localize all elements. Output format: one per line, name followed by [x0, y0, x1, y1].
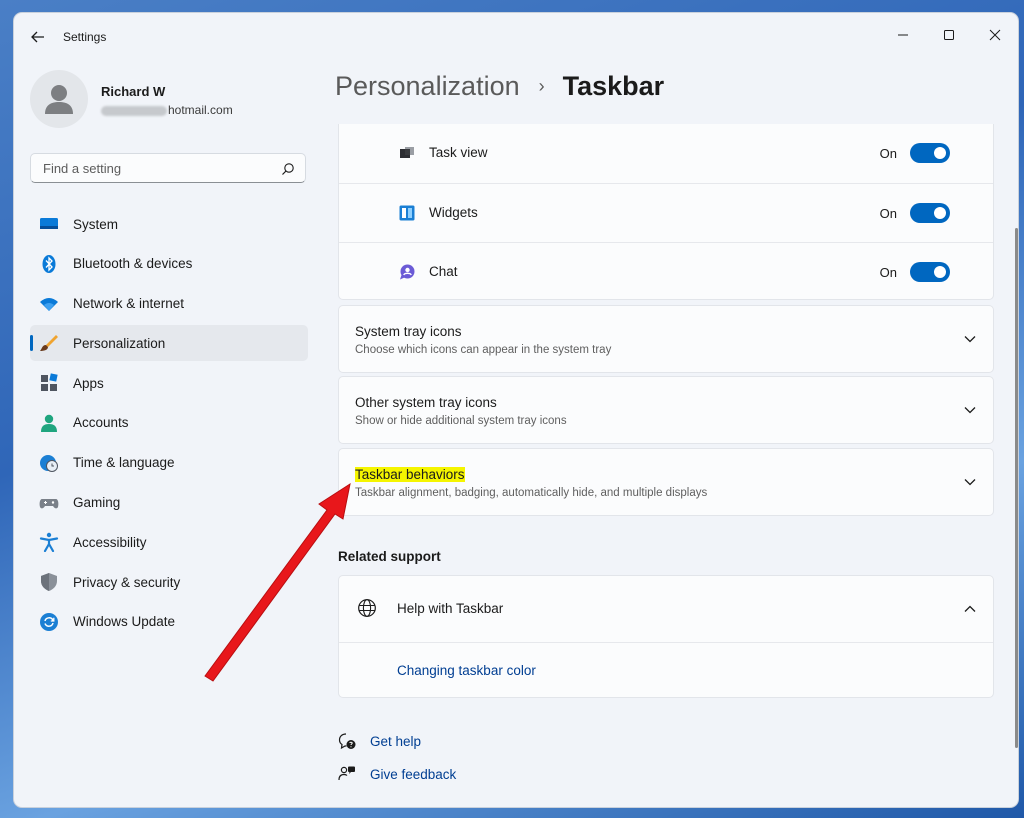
search-input[interactable]: [41, 160, 275, 177]
chat-state: On: [879, 265, 897, 280]
accessibility-icon: [39, 532, 59, 553]
breadcrumb-parent[interactable]: Personalization: [335, 71, 520, 102]
help-with-taskbar-header[interactable]: Help with Taskbar: [339, 576, 993, 643]
taskbar-behaviors-section[interactable]: Taskbar behaviors Taskbar alignment, bad…: [338, 448, 994, 516]
get-help-link[interactable]: Get help: [338, 732, 421, 750]
minimize-button[interactable]: [880, 19, 926, 51]
avatar[interactable]: [30, 70, 88, 128]
help-with-taskbar-card: Help with Taskbar Changing taskbar color: [338, 575, 994, 698]
minimize-icon: [898, 34, 908, 36]
chevron-down-icon: [964, 407, 976, 414]
profile-name: Richard W: [101, 84, 166, 99]
sidebar-item-bluetooth[interactable]: Bluetooth & devices: [30, 246, 308, 282]
changing-taskbar-color-link[interactable]: Changing taskbar color: [397, 663, 536, 678]
sidebar-item-privacy-security[interactable]: Privacy & security: [30, 564, 308, 600]
profile-email: hotmail.com: [101, 103, 233, 117]
sidebar-item-accessibility[interactable]: Accessibility: [30, 524, 308, 560]
chat-toggle[interactable]: [910, 262, 950, 282]
taskbar-behaviors-title: Taskbar behaviors: [355, 467, 465, 482]
chevron-down-icon: [964, 336, 976, 343]
sidebar-item-time-language[interactable]: Time & language: [30, 445, 308, 481]
sidebar-item-windows-update[interactable]: Windows Update: [30, 604, 308, 640]
monitor-icon: [39, 214, 59, 234]
search-box[interactable]: [30, 153, 306, 183]
give-feedback-link[interactable]: Give feedback: [338, 765, 456, 783]
task-view-state: On: [879, 146, 897, 161]
breadcrumb-separator: ›: [538, 76, 545, 96]
page-title: Taskbar: [562, 71, 665, 101]
close-button[interactable]: [972, 19, 1018, 51]
search-icon[interactable]: [281, 162, 295, 176]
other-system-tray-icons-section[interactable]: Other system tray icons Show or hide add…: [338, 376, 994, 444]
title-bar: Settings: [14, 13, 1018, 59]
back-arrow-icon[interactable]: [28, 27, 48, 47]
widgets-icon: [399, 205, 415, 220]
maximize-button[interactable]: [926, 19, 972, 51]
globe-icon: [358, 599, 376, 617]
task-view-row: Task view On: [339, 124, 993, 184]
widgets-row: Widgets On: [339, 184, 993, 243]
shield-icon: [39, 572, 59, 592]
sidebar-item-accounts[interactable]: Accounts: [30, 405, 308, 441]
email-redaction: [101, 105, 167, 116]
maximize-icon: [944, 30, 954, 40]
widgets-toggle[interactable]: [910, 202, 950, 223]
bluetooth-icon: [39, 254, 59, 274]
system-tray-icons-section[interactable]: System tray icons Choose which icons can…: [338, 305, 994, 373]
scrollbar[interactable]: [1015, 228, 1018, 748]
close-icon: [989, 29, 1001, 41]
update-icon: [39, 612, 59, 632]
breadcrumb: Personalization › Taskbar: [335, 71, 664, 102]
sidebar-item-system[interactable]: System: [30, 206, 308, 242]
app-title: Settings: [63, 30, 107, 44]
feedback-icon: [338, 766, 355, 781]
person-silhouette-icon: [45, 85, 73, 114]
chevron-up-icon: [964, 605, 976, 612]
sidebar-item-apps[interactable]: Apps: [30, 365, 308, 401]
chat-icon: [400, 264, 415, 280]
sidebar-nav: System Bluetooth & devices Network & int…: [30, 206, 308, 644]
help-icon: [338, 733, 356, 750]
person-icon: [39, 413, 59, 433]
settings-window: Settings Richard W hotmail.com Find a se…: [14, 13, 1018, 807]
sidebar-item-gaming[interactable]: Gaming: [30, 485, 308, 521]
apps-icon: [39, 373, 59, 393]
widgets-state: On: [879, 205, 897, 221]
taskbar-items-group: Task view On Widgets On Chat On: [338, 124, 994, 300]
brush-icon: [39, 333, 59, 353]
wifi-icon: [39, 294, 59, 314]
related-support-heading: Related support: [338, 549, 441, 564]
task-view-icon: [400, 147, 414, 158]
chevron-down-icon: [964, 479, 976, 486]
globe-clock-icon: [39, 453, 59, 473]
task-view-toggle[interactable]: [910, 143, 950, 163]
sidebar-item-personalization[interactable]: Personalization: [30, 325, 308, 362]
gamepad-icon: [39, 493, 59, 513]
sidebar-item-network[interactable]: Network & internet: [30, 286, 308, 322]
chat-row: Chat On: [339, 243, 993, 299]
